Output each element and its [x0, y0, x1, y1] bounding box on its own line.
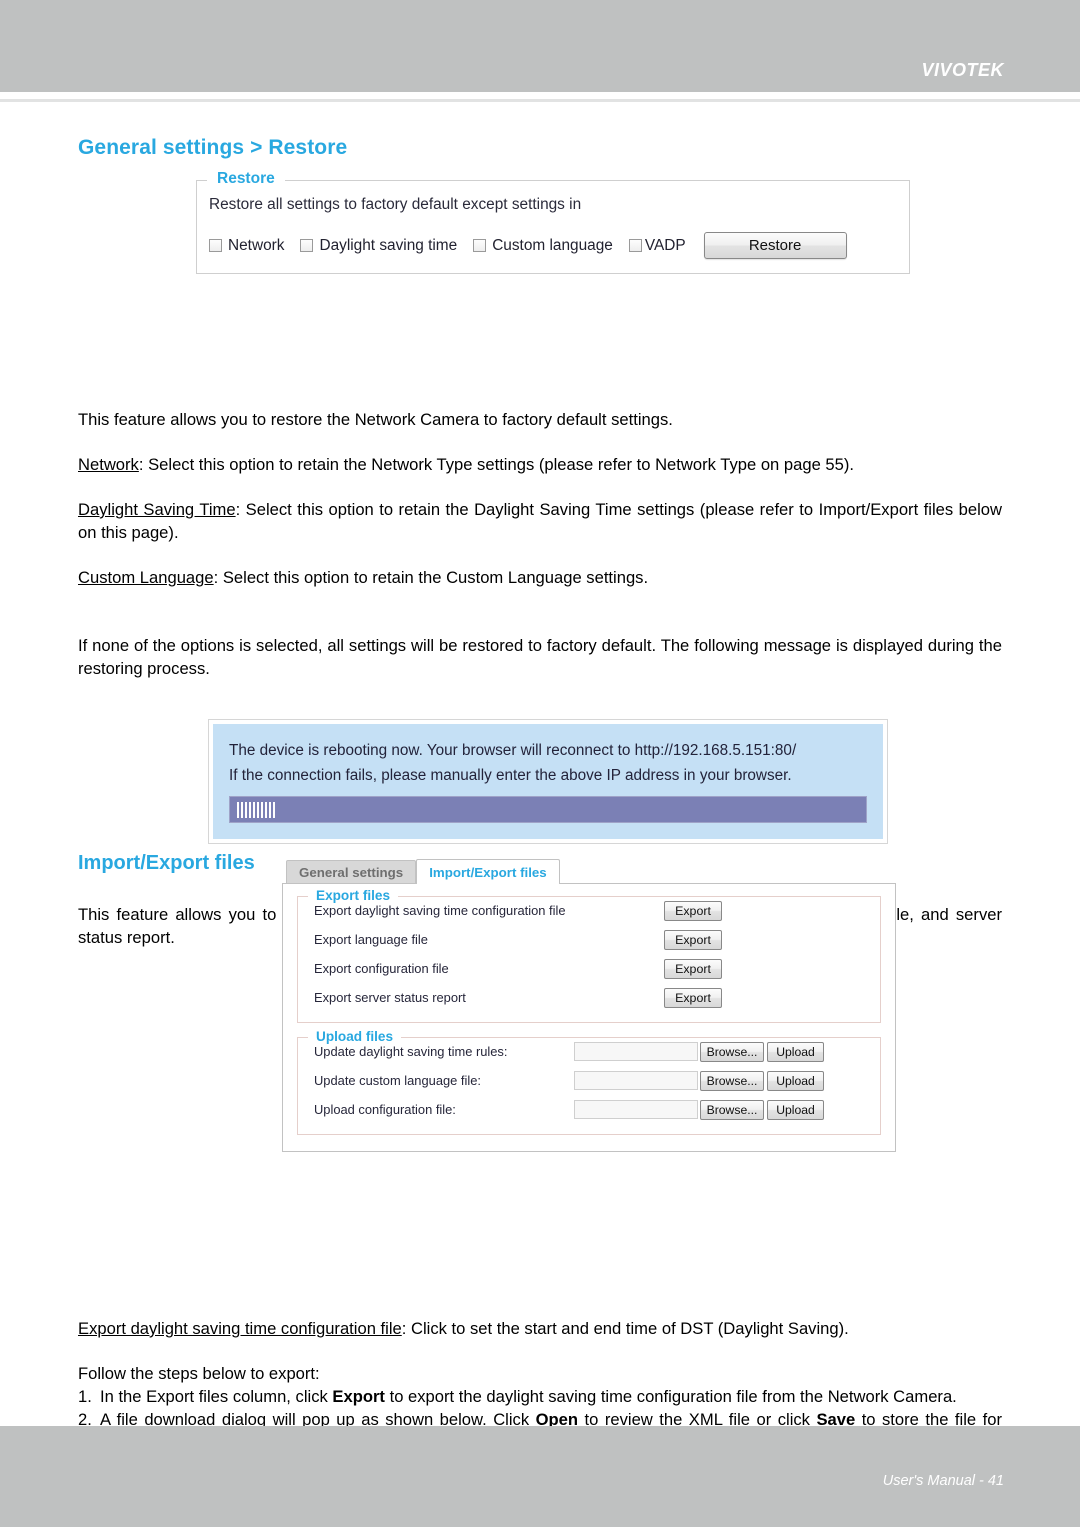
upload-custom-language-button[interactable]: Upload	[767, 1070, 824, 1091]
export-row-server-status-report: Export server status report Export	[298, 983, 880, 1012]
export-language-file-button[interactable]: Export	[664, 929, 722, 950]
legend-rule-left	[197, 179, 207, 181]
tab-bar: General settings Import/Export files	[286, 858, 896, 884]
upload-files-legend: Upload files	[316, 1028, 394, 1044]
checkbox-icon[interactable]	[209, 239, 222, 252]
export-dst-config-button[interactable]: Export	[664, 900, 722, 921]
paragraph-network: Network: Select this option to retain th…	[78, 453, 1002, 476]
export-row-configuration-file: Export configuration file Export	[298, 954, 880, 983]
term-custom-language: Custom Language	[78, 568, 214, 587]
paragraph-none-selected: If none of the options is selected, all …	[78, 636, 1002, 678]
export-row-server-status-report-label: Export server status report	[314, 990, 466, 1005]
term-network: Network	[78, 455, 139, 474]
paragraph-feature-intro: This feature allows you to restore the N…	[78, 410, 673, 429]
import-export-panel: Export files Export daylight saving time…	[282, 883, 896, 1152]
upload-row-custom-language-label: Update custom language file:	[314, 1073, 481, 1088]
checkbox-network[interactable]: Network	[209, 237, 284, 255]
paragraph-custom-language-text: : Select this option to retain the Custo…	[213, 568, 649, 587]
export-files-fieldset: Export files Export daylight saving time…	[297, 888, 881, 1023]
legend-rule-right	[401, 1036, 880, 1038]
import-export-screenshot: General settings Import/Export files Exp…	[282, 858, 896, 1152]
checkbox-icon[interactable]	[628, 239, 642, 252]
export-row-language-file: Export language file Export	[298, 925, 880, 954]
upload-row-custom-language: Update custom language file: Browse... U…	[298, 1066, 880, 1095]
export-configuration-file-button[interactable]: Export	[664, 958, 722, 979]
tab-general-settings[interactable]: General settings	[286, 860, 417, 883]
legend-rule-right	[284, 179, 909, 181]
paragraph-daylight-saving-time: Daylight Saving Time: Select this option…	[78, 498, 1002, 544]
step-1-part2: to export the daylight saving time confi…	[384, 1387, 957, 1406]
restore-fieldset: Restore Restore all settings to factory …	[196, 170, 910, 274]
checkbox-vadp-label: VADP	[644, 236, 686, 254]
upload-row-dst-rules-label: Update daylight saving time rules:	[314, 1044, 508, 1059]
upload-files-fieldset: Upload files Update daylight saving time…	[297, 1029, 881, 1135]
page-footer-band: User's Manual - 41	[0, 1426, 1080, 1527]
page-content: General settings > Restore Restore Resto…	[0, 110, 1080, 1454]
export-files-legend: Export files	[316, 887, 391, 903]
checkbox-daylight-saving-time-label: Daylight saving time	[319, 236, 458, 254]
upload-dst-rules-button[interactable]: Upload	[767, 1041, 824, 1062]
step-1-number: 1.	[78, 1387, 92, 1406]
export-server-status-report-button[interactable]: Export	[664, 987, 722, 1008]
paragraph-export-dst-config-text: : Click to set the start and end time of…	[401, 1319, 849, 1338]
reboot-message-line-2: If the connection fails, please manually…	[229, 767, 792, 784]
legend-rule-left	[298, 1036, 308, 1038]
browse-custom-language-button[interactable]: Browse...	[700, 1070, 764, 1091]
checkbox-custom-language[interactable]: Custom language	[473, 237, 613, 255]
term-export-dst-config: Export daylight saving time configuratio…	[78, 1319, 402, 1338]
restore-fieldset-legend: Restore	[217, 170, 275, 187]
step-1-part1: In the Export files column, click	[100, 1387, 333, 1406]
header-divider-rule	[0, 99, 1080, 102]
reboot-message-box: The device is rebooting now. Your browse…	[213, 724, 883, 839]
reboot-message-line-1: The device is rebooting now. Your browse…	[229, 742, 797, 759]
paragraph-export-dst-config: Export daylight saving time configuratio…	[78, 1317, 1002, 1340]
checkbox-network-label: Network	[228, 236, 285, 254]
legend-rule-right	[398, 895, 880, 897]
export-row-dst-config-label: Export daylight saving time configuratio…	[314, 903, 566, 918]
checkbox-icon[interactable]	[473, 239, 487, 252]
progress-ticks	[237, 802, 275, 818]
restore-options-row: Network Daylight saving time Custom lang…	[209, 232, 909, 259]
upload-row-configuration-file: Upload configuration file: Browse... Upl…	[298, 1095, 880, 1124]
vivotek-logo: VIVOTEK	[921, 60, 1004, 80]
export-row-configuration-file-label: Export configuration file	[314, 961, 449, 976]
export-row-language-file-label: Export language file	[314, 932, 428, 947]
restore-body: Restore all settings to factory default …	[197, 180, 909, 273]
upload-custom-language-input[interactable]	[574, 1071, 698, 1090]
upload-row-configuration-file-label: Upload configuration file:	[314, 1102, 456, 1117]
browse-configuration-file-button[interactable]: Browse...	[700, 1099, 764, 1120]
checkbox-daylight-saving-time[interactable]: Daylight saving time	[300, 237, 457, 255]
tab-import-export-files[interactable]: Import/Export files	[416, 859, 560, 884]
step-1-bold-export: Export	[332, 1387, 385, 1406]
checkbox-icon[interactable]	[300, 239, 314, 252]
restore-button[interactable]: Restore	[703, 232, 847, 259]
list-item: 1. In the Export files column, click Expo…	[78, 1385, 1002, 1408]
paragraph-follow-steps: Follow the steps below to export:	[78, 1364, 320, 1383]
paragraph-custom-language: Custom Language: Select this option to r…	[78, 566, 1002, 589]
restore-description: Restore all settings to factory default …	[209, 196, 582, 213]
browse-dst-rules-button[interactable]: Browse...	[700, 1041, 764, 1062]
checkbox-custom-language-label: Custom language	[492, 236, 613, 254]
paragraph-network-text: : Select this option to retain the Netwo…	[138, 455, 855, 474]
reboot-progress-bar	[229, 796, 867, 823]
page-header-band: VIVOTEK	[0, 0, 1080, 92]
upload-configuration-file-input[interactable]	[574, 1100, 698, 1119]
restore-settings-screenshot: Restore Restore all settings to factory …	[196, 170, 910, 274]
checkbox-vadp[interactable]: VADP	[628, 236, 686, 255]
term-daylight-saving-time: Daylight Saving Time	[78, 500, 236, 519]
page-title: General settings > Restore	[78, 136, 348, 159]
reboot-message-screenshot: The device is rebooting now. Your browse…	[208, 719, 888, 844]
footer-page-label: User's Manual - 41	[882, 1473, 1004, 1489]
upload-dst-rules-input[interactable]	[574, 1042, 698, 1061]
upload-configuration-file-button[interactable]: Upload	[767, 1099, 824, 1120]
legend-rule-left	[298, 895, 308, 897]
